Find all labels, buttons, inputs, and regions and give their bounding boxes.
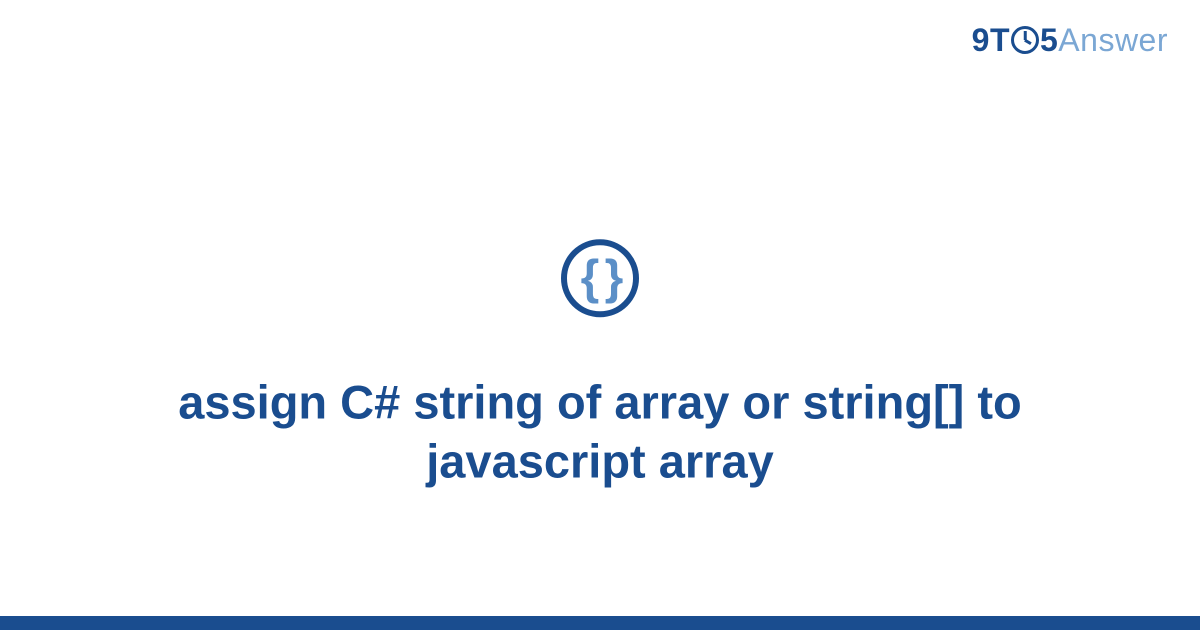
code-braces-icon: { }	[561, 240, 639, 318]
logo-text-answer: Answer	[1058, 22, 1168, 58]
braces-glyph: { }	[581, 255, 620, 303]
topic-icon-wrap: { }	[561, 240, 639, 318]
main-content: { } assign C# string of array or string[…	[0, 240, 1200, 492]
logo-text-9t: 9T	[972, 22, 1010, 58]
question-title: assign C# string of array or string[] to…	[150, 374, 1050, 492]
clock-icon	[1011, 26, 1039, 54]
logo-text-5: 5	[1040, 22, 1058, 58]
site-logo[interactable]: 9T 5Answer	[972, 22, 1168, 59]
footer-accent-bar	[0, 616, 1200, 630]
